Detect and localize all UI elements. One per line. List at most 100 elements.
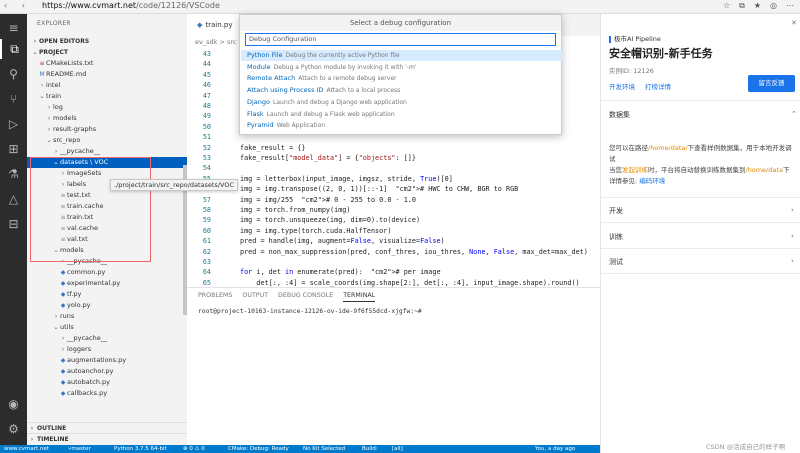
feedback-button[interactable]: 留言反馈: [748, 75, 795, 92]
leaderboard-link[interactable]: 打榜详情: [645, 83, 671, 91]
file-item[interactable]: ◆ autobatch.py: [27, 377, 187, 388]
debug-config-option[interactable]: Module Debug a Python module by invoking …: [241, 62, 562, 73]
panel-tab[interactable]: OUTPUT: [242, 292, 268, 302]
outline-section[interactable]: › OUTLINE: [27, 422, 187, 433]
folder-item[interactable]: › ImageSets: [27, 168, 187, 179]
folder-item[interactable]: › runs: [27, 311, 187, 322]
status-python[interactable]: Python 3.7.5 64-bit: [114, 445, 167, 453]
debug-config-option[interactable]: Flask Launch and debug a Flask web applic…: [241, 109, 562, 120]
more-icon[interactable]: ⋯: [786, 1, 794, 11]
folder-item[interactable]: ⌄datasets \ VOC: [27, 157, 187, 168]
explorer-icon[interactable]: ⧉: [0, 39, 27, 59]
file-item[interactable]: ≡val.cache: [27, 223, 187, 234]
cmake-icon[interactable]: △: [0, 189, 27, 209]
search-icon[interactable]: ⚲: [0, 64, 27, 84]
account-icon[interactable]: ◉: [0, 394, 27, 414]
folder-item[interactable]: › __pycache__: [27, 256, 187, 267]
file-item[interactable]: ◆ yolo.py: [27, 300, 187, 311]
remote-icon[interactable]: ⊟: [0, 214, 27, 234]
status-cmake[interactable]: CMake: Debug: Ready: [228, 445, 289, 453]
status-all[interactable]: [all]: [392, 445, 403, 453]
code-line[interactable]: img = img/255 "cm2"># 0 - 255 to 0.0 - 1…: [240, 196, 416, 204]
file-item[interactable]: ≡train.txt: [27, 212, 187, 223]
favorites-icon[interactable]: ★: [754, 1, 761, 11]
code-line[interactable]: fake_result = {}: [240, 144, 305, 152]
section-header[interactable]: ⌄PROJECT: [27, 47, 187, 58]
status-host[interactable]: www.cvmart.net: [4, 445, 49, 453]
code-line[interactable]: img = torch.from_numpy(img): [240, 206, 351, 214]
code-line[interactable]: pred = non_max_suppression(pred, conf_th…: [240, 248, 588, 256]
debug-config-option[interactable]: Attach using Process ID Attach to a local…: [241, 85, 562, 96]
folder-item[interactable]: ⌄src_repo: [27, 135, 187, 146]
profile-icon[interactable]: ◎: [770, 1, 777, 11]
terminal-prompt[interactable]: root@project-10163-instance-12126-ov-ide…: [198, 308, 422, 315]
debug-config-option[interactable]: Python File Debug the currently active Py…: [241, 50, 562, 61]
panel-tab[interactable]: TERMINAL: [343, 292, 376, 302]
file-item[interactable]: ◆ autoanchor.py: [27, 366, 187, 377]
file-item[interactable]: ≡test.txt: [27, 190, 187, 201]
file-item[interactable]: ◆ tf.py: [27, 289, 187, 300]
debug-config-input[interactable]: Debug Configuration: [245, 33, 556, 46]
code-line[interactable]: det[:, :4] = scale_coords(img.shape[2:],…: [240, 279, 579, 287]
code-line[interactable]: img = img.transpose((2, 0, 1))[::-1] "cm…: [240, 185, 518, 193]
folder-item[interactable]: › result-graphs: [27, 124, 187, 135]
status-problems[interactable]: ⊗ 0 ⚠ 0: [183, 445, 205, 453]
code-line[interactable]: img = torch.unsqueeze(img, dim=0).to(dev…: [240, 216, 420, 224]
coding-env-link[interactable]: 编码环境: [639, 177, 665, 185]
run-debug-icon[interactable]: ▷: [0, 114, 27, 134]
status-build[interactable]: Build:: [362, 445, 378, 453]
breadcrumb[interactable]: ev_sdk > src >: [195, 38, 244, 46]
panel-tab[interactable]: DEBUG CONSOLE: [278, 292, 333, 302]
section-dev[interactable]: 开发: [609, 206, 623, 216]
nav-icons[interactable]: ‹ ›: [4, 1, 31, 10]
code-line[interactable]: pred = handle(img, augment=False, visual…: [240, 237, 445, 245]
chevron-right-icon[interactable]: ›: [791, 232, 794, 240]
chevron-up-icon[interactable]: ⌃: [791, 110, 797, 118]
folder-item[interactable]: › loggers: [27, 344, 187, 355]
code-line[interactable]: img = img.type(torch.cuda.HalfTensor): [240, 227, 391, 235]
file-item[interactable]: ◆ augmentations.py: [27, 355, 187, 366]
section-header[interactable]: › OPEN EDITORS: [27, 36, 187, 47]
source-control-icon[interactable]: ⑂: [0, 89, 27, 109]
testing-icon[interactable]: ⚗: [0, 164, 27, 184]
debug-config-option[interactable]: Pyramid Web Application: [241, 120, 562, 131]
file-item[interactable]: ≡train.cache: [27, 201, 187, 212]
timeline-section[interactable]: › TIMELINE: [27, 433, 187, 444]
folder-item[interactable]: › intel: [27, 80, 187, 91]
section-dataset[interactable]: 数据集: [609, 110, 630, 120]
folder-item[interactable]: › models: [27, 113, 187, 124]
manage-gear-icon[interactable]: ⚙: [0, 419, 27, 439]
folder-item[interactable]: ⌄utils: [27, 322, 187, 333]
chevron-right-icon[interactable]: ›: [791, 257, 794, 265]
close-icon[interactable]: ✕: [791, 19, 797, 27]
code-line[interactable]: for i, det in enumerate(pred): "cm2"># p…: [240, 268, 441, 276]
panel-tab[interactable]: PROBLEMS: [198, 292, 232, 302]
folder-item[interactable]: › __pycache__: [27, 146, 187, 157]
file-item[interactable]: ◆ callbacks.py: [27, 388, 187, 399]
code-line[interactable]: img = letterbox(input_image, imgsz, stri…: [240, 175, 453, 183]
folder-item[interactable]: › __pycache__: [27, 333, 187, 344]
chevron-right-icon[interactable]: ›: [791, 206, 794, 214]
folder-item[interactable]: › log: [27, 102, 187, 113]
folder-item[interactable]: ⌄models: [27, 245, 187, 256]
file-item[interactable]: ◆ common.py: [27, 267, 187, 278]
menu-icon[interactable]: ≡: [0, 18, 27, 38]
section-train[interactable]: 训练: [609, 232, 623, 242]
status-branch[interactable]: ⑂ master: [68, 445, 91, 453]
debug-config-option[interactable]: Django Launch and debug a Django web appl…: [241, 97, 562, 108]
folder-item[interactable]: ⌄train: [27, 91, 187, 102]
section-test[interactable]: 测试: [609, 257, 623, 267]
star-icon[interactable]: ☆: [723, 1, 730, 11]
debug-config-option[interactable]: Remote Attach Attach to a remote debug se…: [241, 73, 562, 84]
tab-train-py[interactable]: ◆ train.py: [187, 14, 243, 36]
code-line[interactable]: fake_result["model_data"] = {"objects": …: [240, 154, 416, 162]
dev-env-link[interactable]: 开发环境: [609, 83, 635, 91]
browser-toolbar-icons[interactable]: ☆ ⧉ ★ ◎ ⋯: [723, 1, 794, 11]
file-item[interactable]: ≡CMakeLists.txt: [27, 58, 187, 69]
extensions-icon[interactable]: ⧉: [739, 1, 745, 11]
extensions-icon[interactable]: ⊞: [0, 139, 27, 159]
file-item[interactable]: ≡val.txt: [27, 234, 187, 245]
file-item[interactable]: ◆ experimental.py: [27, 278, 187, 289]
status-kit[interactable]: No Kit Selected: [303, 445, 345, 453]
file-item[interactable]: MREADME.md: [27, 69, 187, 80]
